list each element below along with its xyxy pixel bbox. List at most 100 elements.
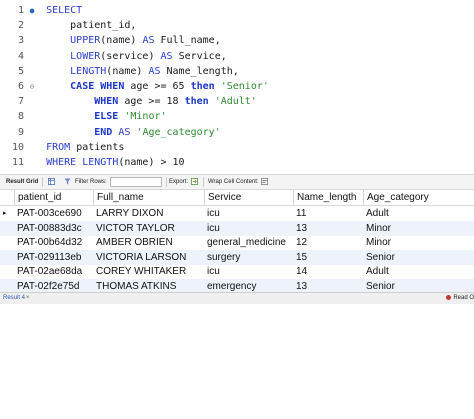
filter-rows-input[interactable]: [110, 177, 162, 187]
code-line[interactable]: 1 ● SELECT: [0, 3, 474, 18]
code-text: patient_id,: [22, 18, 136, 33]
result-tabs-bar: Result 4 × Read O: [0, 292, 474, 304]
read-only-label: Read O: [453, 295, 474, 301]
code-token: UPPER: [22, 35, 101, 47]
read-only-indicator: Read O: [446, 294, 474, 302]
column-header-patient-id[interactable]: patient_id: [14, 190, 93, 205]
table-cell[interactable]: 11: [296, 206, 363, 221]
code-text: END AS 'Age_category': [22, 125, 220, 140]
code-token: AS: [148, 65, 161, 77]
table-cell[interactable]: Adult: [366, 264, 443, 279]
export-icon[interactable]: [191, 178, 198, 185]
table-row[interactable]: PAT-00883d3c VICTOR TAYLOR icu 13 Minor: [0, 220, 474, 236]
table-cell[interactable]: icu: [207, 264, 293, 279]
code-token: 'Senior': [220, 81, 269, 92]
table-cell[interactable]: Senior: [366, 250, 443, 265]
table-cell[interactable]: 15: [296, 250, 363, 265]
table-cell[interactable]: VICTORIA LARSON: [96, 250, 204, 265]
code-line[interactable]: 2 patient_id,: [0, 18, 474, 33]
code-token: AS: [142, 35, 155, 47]
code-token: age >= 65: [124, 81, 191, 92]
table-cell[interactable]: Minor: [366, 235, 443, 250]
table-cell[interactable]: PAT-02ae68da: [17, 264, 93, 279]
table-cell[interactable]: PAT-00883d3c: [17, 221, 93, 236]
filter-rows-label: Filter Rows:: [75, 179, 107, 185]
column-header-name-length[interactable]: Name_length: [293, 190, 363, 205]
table-cell[interactable]: LARRY DIXON: [96, 206, 204, 221]
table-cell[interactable]: Minor: [366, 221, 443, 236]
code-line[interactable]: 7 WHEN age >= 18 then 'Adult': [0, 94, 474, 109]
code-text: ELSE 'Minor': [22, 109, 167, 124]
code-text: CASE WHEN age >= 65 then 'Senior': [22, 79, 269, 94]
table-cell[interactable]: COREY WHITAKER: [96, 264, 204, 279]
table-cell[interactable]: surgery: [207, 250, 293, 265]
table-cell[interactable]: PAT-003ce690: [17, 206, 93, 221]
toolbar-separator: [166, 177, 167, 187]
code-line[interactable]: 8 ELSE 'Minor': [0, 109, 474, 124]
table-cell[interactable]: icu: [207, 221, 293, 236]
line-number: 4: [17, 50, 24, 62]
line-number: 2: [17, 20, 24, 32]
code-text: SELECT: [22, 3, 82, 18]
code-token: 'Adult': [214, 96, 257, 108]
table-row[interactable]: PAT-00b64d32 AMBER OBRIEN general_medicine…: [0, 235, 474, 250]
table-cell[interactable]: VICTOR TAYLOR: [96, 221, 204, 236]
code-token: (name): [106, 65, 149, 77]
code-text: LOWER(service) AS Service,: [22, 49, 227, 64]
column-header-full-name[interactable]: Full_name: [93, 190, 204, 205]
code-token: ELSE: [22, 111, 119, 123]
table-cell[interactable]: icu: [207, 206, 293, 221]
code-token: AS: [160, 50, 173, 62]
table-cell[interactable]: PAT-029113eb: [17, 250, 93, 265]
table-cell[interactable]: 13: [296, 221, 363, 236]
code-token: patients: [70, 141, 125, 153]
result-grid-tab[interactable]: Result Grid: [6, 178, 38, 186]
current-row-icon: ▸: [3, 210, 7, 217]
code-token: LENGTH: [82, 157, 119, 168]
wrap-text-icon[interactable]: [261, 178, 268, 185]
code-line[interactable]: 3 UPPER(name) AS Full_name,: [0, 33, 474, 48]
code-line[interactable]: 4 LOWER(service) AS Service,: [0, 49, 474, 64]
table-row[interactable]: PAT-029113eb VICTORIA LARSON surgery 15 Seni…: [0, 249, 474, 265]
code-line[interactable]: 10 FROM patients: [0, 140, 474, 155]
line-number: 5: [17, 65, 24, 77]
code-token: Name_length,: [160, 65, 239, 77]
line-number: 1: [17, 5, 24, 16]
code-line[interactable]: 5 LENGTH(name) AS Name_length,: [0, 64, 474, 79]
filter-icon[interactable]: [64, 178, 71, 185]
result-tab[interactable]: Result 4: [3, 294, 25, 302]
table-row[interactable]: PAT-02ae68da COREY WHITAKER icu 14 Adult: [0, 264, 474, 279]
table-cell[interactable]: Adult: [366, 206, 443, 221]
sql-editor[interactable]: 1 ● SELECT 2 patient_id, 3 UPPER(name) AS F…: [0, 0, 474, 168]
code-token: 'Minor': [124, 111, 167, 123]
code-token: CASE WHEN: [22, 81, 125, 92]
line-number: 11: [11, 157, 24, 168]
code-token: END: [22, 126, 113, 138]
code-token: Full_name,: [154, 35, 221, 47]
column-header-age-category[interactable]: Age_category: [363, 190, 443, 205]
table-cell[interactable]: PAT-00b64d32: [17, 235, 93, 250]
table-cell[interactable]: general_medicine: [207, 235, 293, 250]
code-token: then: [184, 96, 209, 108]
code-line[interactable]: 11 WHERE LENGTH(name) > 10: [0, 155, 474, 170]
line-number: 7: [17, 96, 24, 108]
code-token: LENGTH: [22, 65, 107, 77]
code-token: (name): [100, 35, 143, 47]
code-token: then: [190, 81, 215, 92]
code-line[interactable]: 9 END AS 'Age_category': [0, 125, 474, 140]
code-line[interactable]: 6 ⊖ CASE WHEN age >= 65 then 'Senior': [0, 79, 474, 94]
toolbar-separator: [42, 177, 43, 187]
code-text: LENGTH(name) AS Name_length,: [22, 64, 239, 79]
column-header-service[interactable]: Service: [204, 190, 293, 205]
grid-icon[interactable]: [48, 178, 55, 185]
code-token: AS: [118, 126, 131, 138]
table-cell[interactable]: AMBER OBRIEN: [96, 235, 204, 250]
close-tab-icon[interactable]: ×: [26, 294, 30, 302]
code-text: UPPER(name) AS Full_name,: [22, 33, 221, 48]
code-token: FROM: [22, 141, 71, 153]
code-token: (name) > 10: [118, 157, 185, 168]
table-row[interactable]: ▸ PAT-003ce690 LARRY DIXON icu 11 Adult: [0, 206, 474, 221]
code-token: WHERE: [22, 157, 77, 168]
table-cell[interactable]: 14: [296, 264, 363, 279]
table-cell[interactable]: 12: [296, 235, 363, 250]
